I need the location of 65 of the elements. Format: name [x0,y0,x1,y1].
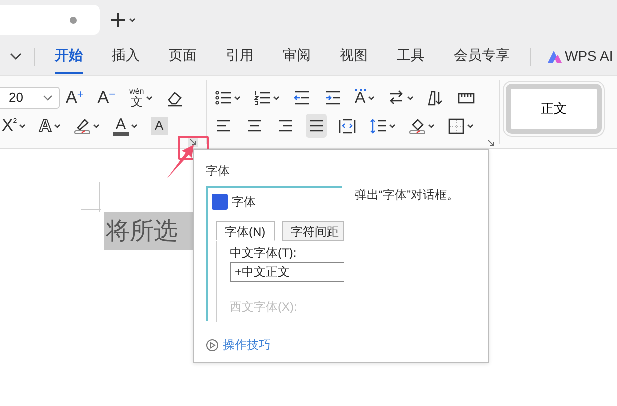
field-label: 中文字体(T): [230,245,297,262]
toolbar-button[interactable]: wén 文 [128,86,156,110]
distribute-icon [339,118,356,134]
plus-icon [109,11,127,29]
margin-corner-icon [81,182,101,212]
caret-icon [19,124,26,128]
border-icon [448,118,465,134]
toolbar-button[interactable]: A [353,86,377,110]
caret-icon [389,124,396,128]
toolbar-button[interactable]: A [149,114,170,138]
caret-icon [467,124,474,128]
eraser-icon [166,90,184,106]
wps-ai-button[interactable]: WPS AI [545,44,616,68]
caret-icon [131,124,138,128]
align-center-icon [246,118,263,134]
toolbar-button[interactable] [306,114,327,138]
chevron-down-icon [43,95,53,101]
selected-text: 将所选 [104,212,196,250]
menu-tab[interactable]: 会员专享 [454,45,510,74]
caret-icon [93,124,100,128]
caret-icon [146,96,154,100]
align-right-icon [277,118,294,134]
font-field: +中文正文 [230,262,344,282]
text-direction-icon [388,90,405,106]
bulleted-list-icon [215,90,232,106]
align-left-icon [215,118,232,134]
style-preset[interactable]: 正文 [506,84,602,134]
menu-tab[interactable]: 引用 [226,45,254,74]
caret-icon [129,18,136,22]
decrease-indent-icon [293,90,310,106]
toolbar-button[interactable]: X$^{²}$ [0,114,28,138]
justify-icon [308,118,325,134]
field-label: 西文字体(X): [230,299,298,316]
chevron-down-icon [10,52,22,60]
sort-icon [426,90,444,106]
tooltip-title: 字体 [206,163,230,180]
font-size-field[interactable]: 20 [0,87,60,109]
caret-icon [273,96,280,100]
caret-icon [406,96,414,100]
menu-tab[interactable]: 插入 [112,45,140,74]
ai-logo-icon [547,50,563,64]
caret-icon [234,96,241,100]
toolbar-button[interactable]: A$^{−}$ [96,86,118,110]
toolbar-button[interactable]: A$^{+}$ [64,86,86,110]
caret-icon [368,96,375,100]
menu-tab[interactable]: 页面 [169,45,197,74]
highlighter-icon [74,118,92,134]
numbered-list-icon [254,90,271,106]
tooltip-description: 弹出“字体”对话框。 [355,187,459,204]
menu-tab[interactable]: 审阅 [283,45,311,74]
menu-tab[interactable]: 工具 [397,45,425,74]
fill-color-icon [409,118,426,134]
caret-icon [54,124,62,128]
menu-tab[interactable]: 开始 [55,45,83,74]
toolbar-button[interactable]: A [111,114,140,138]
line-spacing-icon [370,118,387,134]
caret-icon [428,124,435,128]
dialog-launcher-icon [486,138,496,148]
play-circle-icon [206,338,219,352]
tips-link[interactable]: 操作技巧 [206,336,271,354]
increase-indent-icon [324,90,341,106]
menu-tab[interactable]: 视图 [340,45,368,74]
toolbar-button[interactable]: A [37,114,64,138]
dialog-title: 字体 [232,194,256,211]
word-logo-icon [212,194,228,210]
